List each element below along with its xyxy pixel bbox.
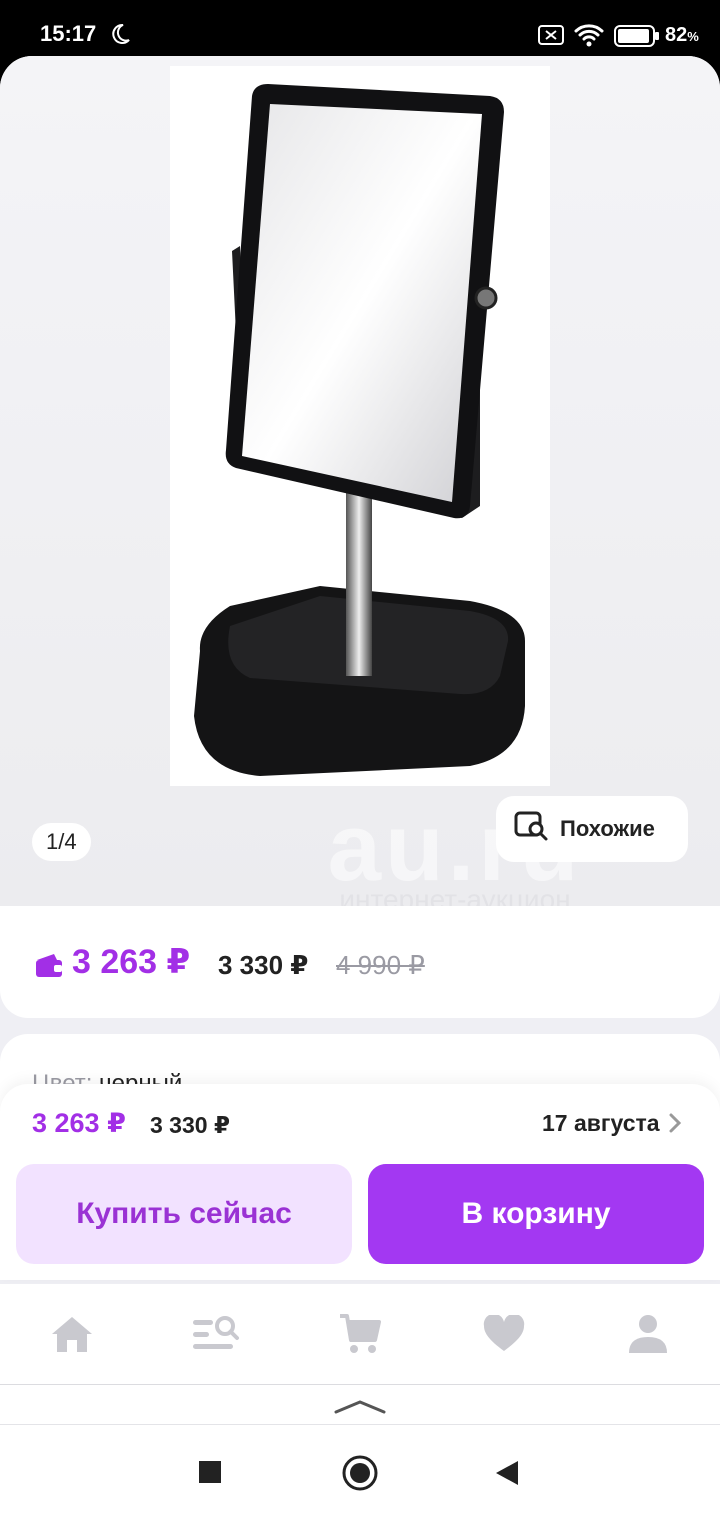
price-second: 3 330 ₽ [218, 950, 309, 980]
recent-apps-icon[interactable] [199, 1461, 221, 1483]
moon-icon [108, 22, 132, 51]
app-screen: au.ru интернет-аукцион 1/4 Похожие 3 263… [0, 56, 720, 1520]
chevron-right-icon[interactable] [668, 1113, 682, 1138]
image-counter: 1/4 [32, 823, 91, 861]
delivery-date[interactable]: 17 августа [542, 1110, 660, 1137]
tab-profile[interactable] [608, 1299, 688, 1369]
sim-off-icon [538, 25, 564, 50]
buy-panel-price-second: 3 330 ₽ [150, 1112, 230, 1138]
wallet-icon [34, 952, 64, 983]
profile-icon [629, 1315, 667, 1353]
tab-home[interactable] [32, 1299, 112, 1369]
status-time: 15:17 [40, 21, 97, 46]
tab-cart[interactable] [320, 1299, 400, 1369]
home-button-icon[interactable] [340, 1453, 380, 1498]
similar-button[interactable]: Похожие [496, 796, 688, 862]
cart-icon [340, 1314, 381, 1353]
battery-icon [614, 25, 660, 52]
price-card: 3 263 ₽ 3 330 ₽ 4 990 ₽ [0, 906, 720, 1018]
tab-catalog[interactable] [176, 1299, 256, 1369]
tab-favorites[interactable] [464, 1299, 544, 1369]
product-image[interactable] [170, 66, 550, 786]
similar-search-icon [514, 810, 550, 848]
chevron-up-icon[interactable] [333, 1399, 387, 1420]
back-icon[interactable] [494, 1459, 520, 1492]
buy-now-button[interactable]: Купить сейчас [16, 1164, 352, 1264]
buy-panel: 3 263 ₽ 3 330 ₽ 17 августа Купить сейчас… [0, 1084, 720, 1280]
favorites-icon [483, 1315, 525, 1351]
similar-label: Похожие [560, 816, 655, 841]
wifi-icon [574, 22, 604, 53]
home-icon [52, 1317, 92, 1352]
price-main: 3 263 ₽ [72, 943, 191, 981]
sheet-handle-area[interactable] [0, 1384, 720, 1424]
buy-panel-price: 3 263 ₽ [32, 1108, 126, 1138]
add-to-cart-button[interactable]: В корзину [368, 1164, 704, 1264]
product-gallery[interactable]: au.ru интернет-аукцион 1/4 Похожие [0, 56, 720, 915]
system-nav-bar [0, 1424, 720, 1520]
battery-percent: 82% [665, 24, 699, 46]
bottom-tab-bar [0, 1284, 720, 1384]
catalog-search-icon [193, 1316, 239, 1349]
price-old: 4 990 ₽ [336, 950, 425, 980]
